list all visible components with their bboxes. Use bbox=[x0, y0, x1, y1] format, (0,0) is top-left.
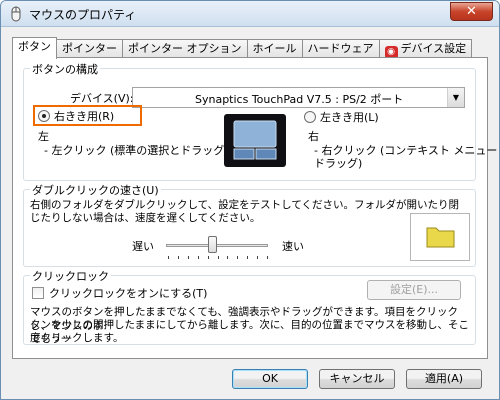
slider-tick bbox=[247, 256, 248, 259]
button-config-group-title: ボタンの構成 bbox=[30, 61, 100, 77]
slider-tick bbox=[178, 256, 179, 259]
right-handed-radio[interactable]: 右きき用(R) bbox=[38, 108, 114, 124]
slider-tick bbox=[208, 256, 209, 259]
device-select-value: Synaptics TouchPad V7.5 : PS/2 ポート bbox=[195, 93, 404, 106]
buttons-tab-panel: ボタンの構成 デバイス(V): Synaptics TouchPad V7.5 … bbox=[12, 57, 499, 359]
slider-tick bbox=[237, 256, 238, 259]
slider-tick bbox=[267, 256, 268, 259]
click-lock-desc-3: 度クリックします。 bbox=[30, 332, 124, 344]
speed-slider-ticks bbox=[168, 256, 268, 260]
checkbox-unchecked-icon bbox=[32, 287, 44, 299]
tab-bar: ボタン ポインター ポインター オプション ホイール ハードウェア ◉ デバイス設… bbox=[12, 37, 473, 59]
slider-tick bbox=[257, 256, 258, 259]
click-lock-group-title: クリックロック bbox=[30, 268, 111, 284]
apply-button[interactable]: 適用(A) bbox=[406, 369, 482, 389]
tab-hardware[interactable]: ハードウェア bbox=[302, 39, 380, 58]
left-handed-label: 左きき用(L) bbox=[320, 111, 379, 124]
tab-buttons[interactable]: ボタン bbox=[12, 37, 57, 59]
double-click-group-title: ダブルクリックの速さ(U) bbox=[30, 182, 161, 198]
double-click-desc-1: 右側のフォルダをダブルクリックして、設定をテストしてください。フォルダが開いたり… bbox=[30, 199, 460, 211]
title-bar[interactable]: マウスのプロパティ ✕ bbox=[1, 1, 499, 27]
right-button-desc-2: ドラッグ) bbox=[314, 157, 363, 170]
click-lock-group: クリックロック クリックロックをオンにする(T) 設定(E)... マウスのボタ… bbox=[23, 268, 476, 345]
click-lock-checkbox-label: クリックロックをオンにする(T) bbox=[49, 287, 208, 300]
test-folder-box[interactable] bbox=[410, 213, 470, 261]
right-handed-label: 右きき用(R) bbox=[54, 110, 115, 123]
left-button-desc: - 左クリック (標準の選択とドラッグ) bbox=[44, 144, 229, 157]
slider-tick bbox=[218, 256, 219, 259]
touchpad-image bbox=[224, 114, 286, 167]
folder-icon bbox=[426, 227, 455, 248]
chevron-down-icon[interactable]: ▼ bbox=[447, 88, 464, 107]
click-lock-checkbox[interactable]: クリックロックをオンにする(T) bbox=[32, 285, 207, 301]
ok-button[interactable]: OK bbox=[232, 369, 308, 389]
mouse-icon bbox=[11, 6, 21, 22]
close-button[interactable]: ✕ bbox=[450, 2, 493, 21]
double-click-group: ダブルクリックの速さ(U) 右側のフォルダをダブルクリックして、設定をテストして… bbox=[23, 182, 476, 267]
tab-pointers[interactable]: ポインター bbox=[57, 39, 123, 58]
speed-slider-track[interactable] bbox=[166, 244, 268, 247]
tab-pointer-options[interactable]: ポインター オプション bbox=[123, 39, 248, 58]
slider-tick bbox=[227, 256, 228, 259]
fast-label: 速い bbox=[282, 240, 304, 253]
button-config-group: ボタンの構成 デバイス(V): Synaptics TouchPad V7.5 … bbox=[23, 61, 499, 181]
left-handed-radio[interactable]: 左きき用(L) bbox=[304, 109, 379, 125]
slider-tick bbox=[188, 256, 189, 259]
tab-device-settings-label: デバイス設定 bbox=[400, 42, 467, 55]
double-click-desc-2: じたりしない場合は、速度を遅くしてください。 bbox=[30, 212, 261, 224]
device-label: デバイス(V): bbox=[70, 92, 134, 105]
click-lock-settings-button[interactable]: 設定(E)... bbox=[367, 280, 461, 300]
slider-tick bbox=[168, 256, 169, 259]
slow-label: 遅い bbox=[132, 240, 154, 253]
tab-wheel[interactable]: ホイール bbox=[247, 39, 303, 58]
device-select[interactable]: Synaptics TouchPad V7.5 : PS/2 ポート ▼ bbox=[132, 87, 465, 108]
slider-tick bbox=[198, 256, 199, 259]
speed-slider-thumb[interactable] bbox=[208, 236, 217, 253]
window-title: マウスのプロパティ bbox=[29, 8, 137, 22]
cancel-button[interactable]: キャンセル bbox=[319, 369, 395, 389]
mouse-properties-dialog: マウスのプロパティ ✕ ボタン ポインター ポインター オプション ホイール ハ… bbox=[0, 0, 500, 400]
tab-device-settings[interactable]: ◉ デバイス設定 bbox=[379, 39, 473, 59]
radio-selected-icon bbox=[38, 110, 50, 122]
radio-unselected-icon bbox=[304, 111, 316, 123]
